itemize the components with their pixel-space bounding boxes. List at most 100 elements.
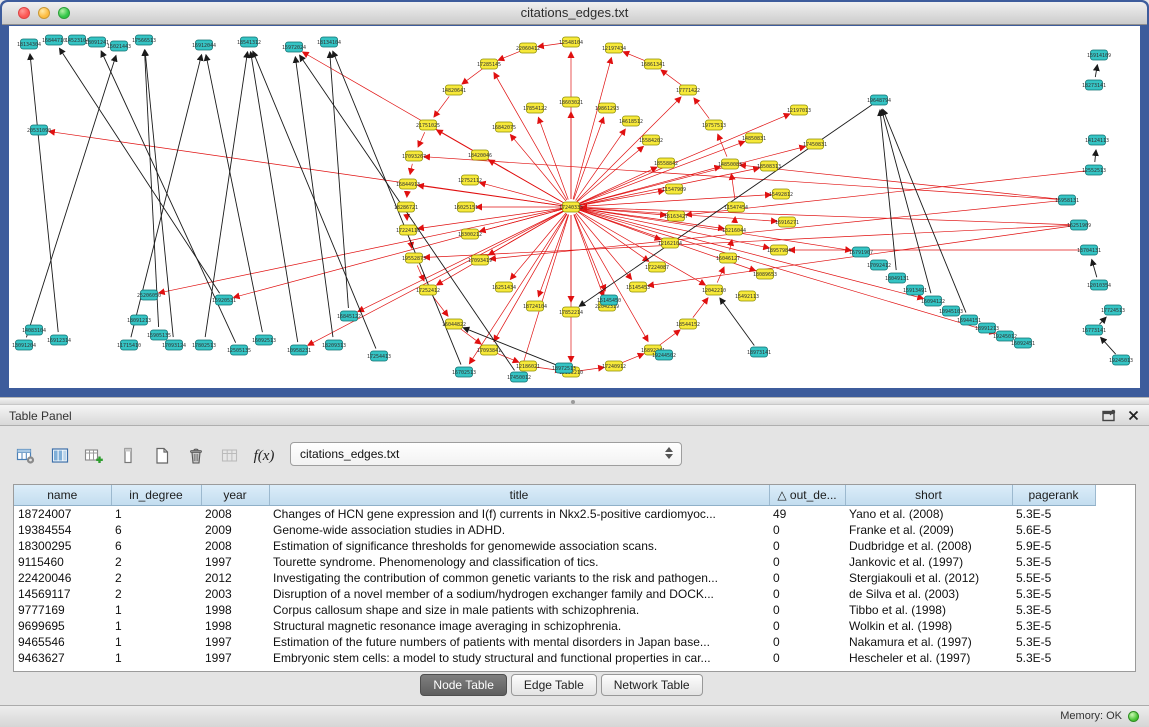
graph-node[interactable]: 15021443 xyxy=(107,41,131,51)
graph-node[interactable]: 17771422 xyxy=(676,85,700,95)
graph-node[interactable]: 17802513 xyxy=(192,340,216,350)
graph-node[interactable]: 10958231 xyxy=(287,345,311,355)
graph-node[interactable]: 18286721 xyxy=(394,202,418,212)
graph-node[interactable]: 15492812 xyxy=(769,189,793,199)
graph-node[interactable]: 11547454 xyxy=(724,202,748,212)
graph-node[interactable]: 16844710 xyxy=(42,35,66,45)
graph-node[interactable]: 19552873 xyxy=(402,253,426,263)
graph-node[interactable]: 14820641 xyxy=(442,85,466,95)
function-icon[interactable]: f(x) xyxy=(250,442,278,470)
graph-node[interactable]: 14083104 xyxy=(22,325,46,335)
graph-node[interactable]: 18420046 xyxy=(468,150,492,160)
graph-node[interactable]: 14850083 xyxy=(718,159,742,169)
table-row[interactable]: 2242004622012Investigating the contribut… xyxy=(14,570,1095,586)
float-panel-icon[interactable] xyxy=(1101,408,1116,423)
graph-node[interactable]: 13704131 xyxy=(1077,245,1101,255)
graph-node[interactable]: 16025151 xyxy=(454,202,478,212)
graph-node[interactable]: 17224110 xyxy=(396,225,420,235)
graph-node[interactable]: 11715410 xyxy=(117,340,141,350)
column-header[interactable]: name xyxy=(14,485,111,506)
graph-node[interactable]: 12505135 xyxy=(227,345,251,355)
table-row[interactable]: 946554611997Estimation of the future num… xyxy=(14,634,1095,650)
graph-node[interactable]: 16702513 xyxy=(452,367,476,377)
table-row[interactable]: 969969511998Structural magnetic resonanc… xyxy=(14,618,1095,634)
graph-node[interactable]: 17093419 xyxy=(468,255,492,265)
graph-node[interactable]: 19648794 xyxy=(867,95,891,105)
graph-node[interactable]: 18300212 xyxy=(458,229,482,239)
graph-node[interactable]: 18544152 xyxy=(676,319,700,329)
graph-node[interactable]: 16912044 xyxy=(192,40,216,50)
trash-icon[interactable] xyxy=(182,442,210,470)
graph-node[interactable]: 14124113 xyxy=(1085,135,1109,145)
graph-node[interactable]: 15972024 xyxy=(282,42,306,52)
graph-node[interactable]: 17285145 xyxy=(477,59,501,69)
graph-node[interactable]: 18508313 xyxy=(757,161,781,171)
graph-node[interactable]: 16861341 xyxy=(641,59,665,69)
graph-node[interactable]: 17852214 xyxy=(559,307,583,317)
table-settings-icon[interactable] xyxy=(12,442,40,470)
table-import-icon[interactable] xyxy=(80,442,108,470)
graph-node[interactable]: 10945103 xyxy=(939,306,963,316)
graph-node[interactable]: 12548104 xyxy=(559,37,583,47)
graph-node[interactable]: 17450012 xyxy=(507,372,531,382)
graph-node[interactable]: 15913491 xyxy=(903,285,927,295)
graph-node[interactable]: 17566513 xyxy=(132,35,156,45)
table-row[interactable]: 977716911998Corpus callosum shape and si… xyxy=(14,602,1095,618)
graph-node[interactable]: 17450831 xyxy=(803,139,827,149)
graph-node[interactable]: 18991213 xyxy=(975,323,999,333)
graph-node[interactable]: 16842075 xyxy=(492,122,516,132)
column-header[interactable]: △ out_de... xyxy=(769,485,845,506)
graph-node[interactable]: 18273141 xyxy=(1082,80,1106,90)
graph-node[interactable]: 19245012 xyxy=(993,331,1017,341)
graph-node[interactable]: 12197434 xyxy=(602,43,626,53)
graph-node[interactable]: 15914109 xyxy=(1087,50,1111,60)
column-header[interactable]: in_degree xyxy=(111,485,201,506)
graph-node[interactable]: 19244502 xyxy=(652,350,676,360)
graph-node[interactable]: 15145450 xyxy=(597,295,621,305)
graph-node[interactable]: 11547909 xyxy=(662,184,686,194)
table-row[interactable]: 1830029562008Estimation of significance … xyxy=(14,538,1095,554)
graph-node[interactable]: 16845122 xyxy=(337,311,361,321)
graph-node[interactable]: 16844913 xyxy=(396,179,420,189)
column-icon[interactable] xyxy=(114,442,142,470)
graph-node[interactable]: 18089653 xyxy=(753,269,777,279)
graph-node[interactable]: 18209313 xyxy=(322,340,346,350)
table-row[interactable]: 1456911722003Disruption of a novel membe… xyxy=(14,586,1095,602)
graph-node[interactable]: 17093841 xyxy=(477,345,501,355)
graph-node[interactable]: 18973141 xyxy=(747,347,771,357)
graph-node[interactable]: 12186021 xyxy=(516,361,540,371)
network-window-titlebar[interactable]: citations_edges.txt xyxy=(2,2,1147,25)
graph-node[interactable]: 15905135 xyxy=(147,330,171,340)
graph-node[interactable]: 19861293 xyxy=(595,103,619,113)
graph-node[interactable]: 16094122 xyxy=(921,296,945,306)
graph-node[interactable]: 17854122 xyxy=(523,103,547,113)
graph-node[interactable]: 20531090 xyxy=(27,125,51,135)
column-header[interactable]: year xyxy=(201,485,269,506)
graph-node[interactable]: 16163427 xyxy=(664,211,688,221)
tab-network-table[interactable]: Network Table xyxy=(601,674,703,696)
graph-node[interactable]: 19757513 xyxy=(702,120,726,130)
table-row[interactable]: 946362711997Embryonic stem cells: a mode… xyxy=(14,650,1095,666)
graph-node[interactable]: 18603021 xyxy=(559,97,583,107)
graph-node[interactable]: 13216044 xyxy=(722,225,746,235)
close-panel-icon[interactable] xyxy=(1126,408,1141,423)
graph-node[interactable]: 16944151 xyxy=(957,315,981,325)
graph-node[interactable]: 15920531 xyxy=(212,295,236,305)
table-columns-icon[interactable] xyxy=(46,442,74,470)
graph-node[interactable]: 17254413 xyxy=(367,351,391,361)
column-header[interactable]: short xyxy=(845,485,1012,506)
graph-node[interactable]: 18957984 xyxy=(767,245,791,255)
graph-node[interactable]: 17093267 xyxy=(402,151,426,161)
graph-node[interactable]: 12197013 xyxy=(787,105,811,115)
split-pane-divider[interactable] xyxy=(0,397,1149,404)
graph-node[interactable]: 18972513 xyxy=(552,363,576,373)
graph-node[interactable]: 18134304 xyxy=(17,39,41,49)
graph-node[interactable]: 15145453 xyxy=(626,282,650,292)
graph-node[interactable]: 15958131 xyxy=(1055,195,1079,205)
graph-node[interactable]: 18134104 xyxy=(317,37,341,47)
graph-node[interactable]: 16251909 xyxy=(1067,220,1091,230)
graph-node[interactable]: 12552513 xyxy=(1082,165,1106,175)
graph-node[interactable]: 21751025 xyxy=(416,120,440,130)
graph-node[interactable]: 17252412 xyxy=(416,285,440,295)
graph-node[interactable]: 17240335 xyxy=(559,202,583,212)
